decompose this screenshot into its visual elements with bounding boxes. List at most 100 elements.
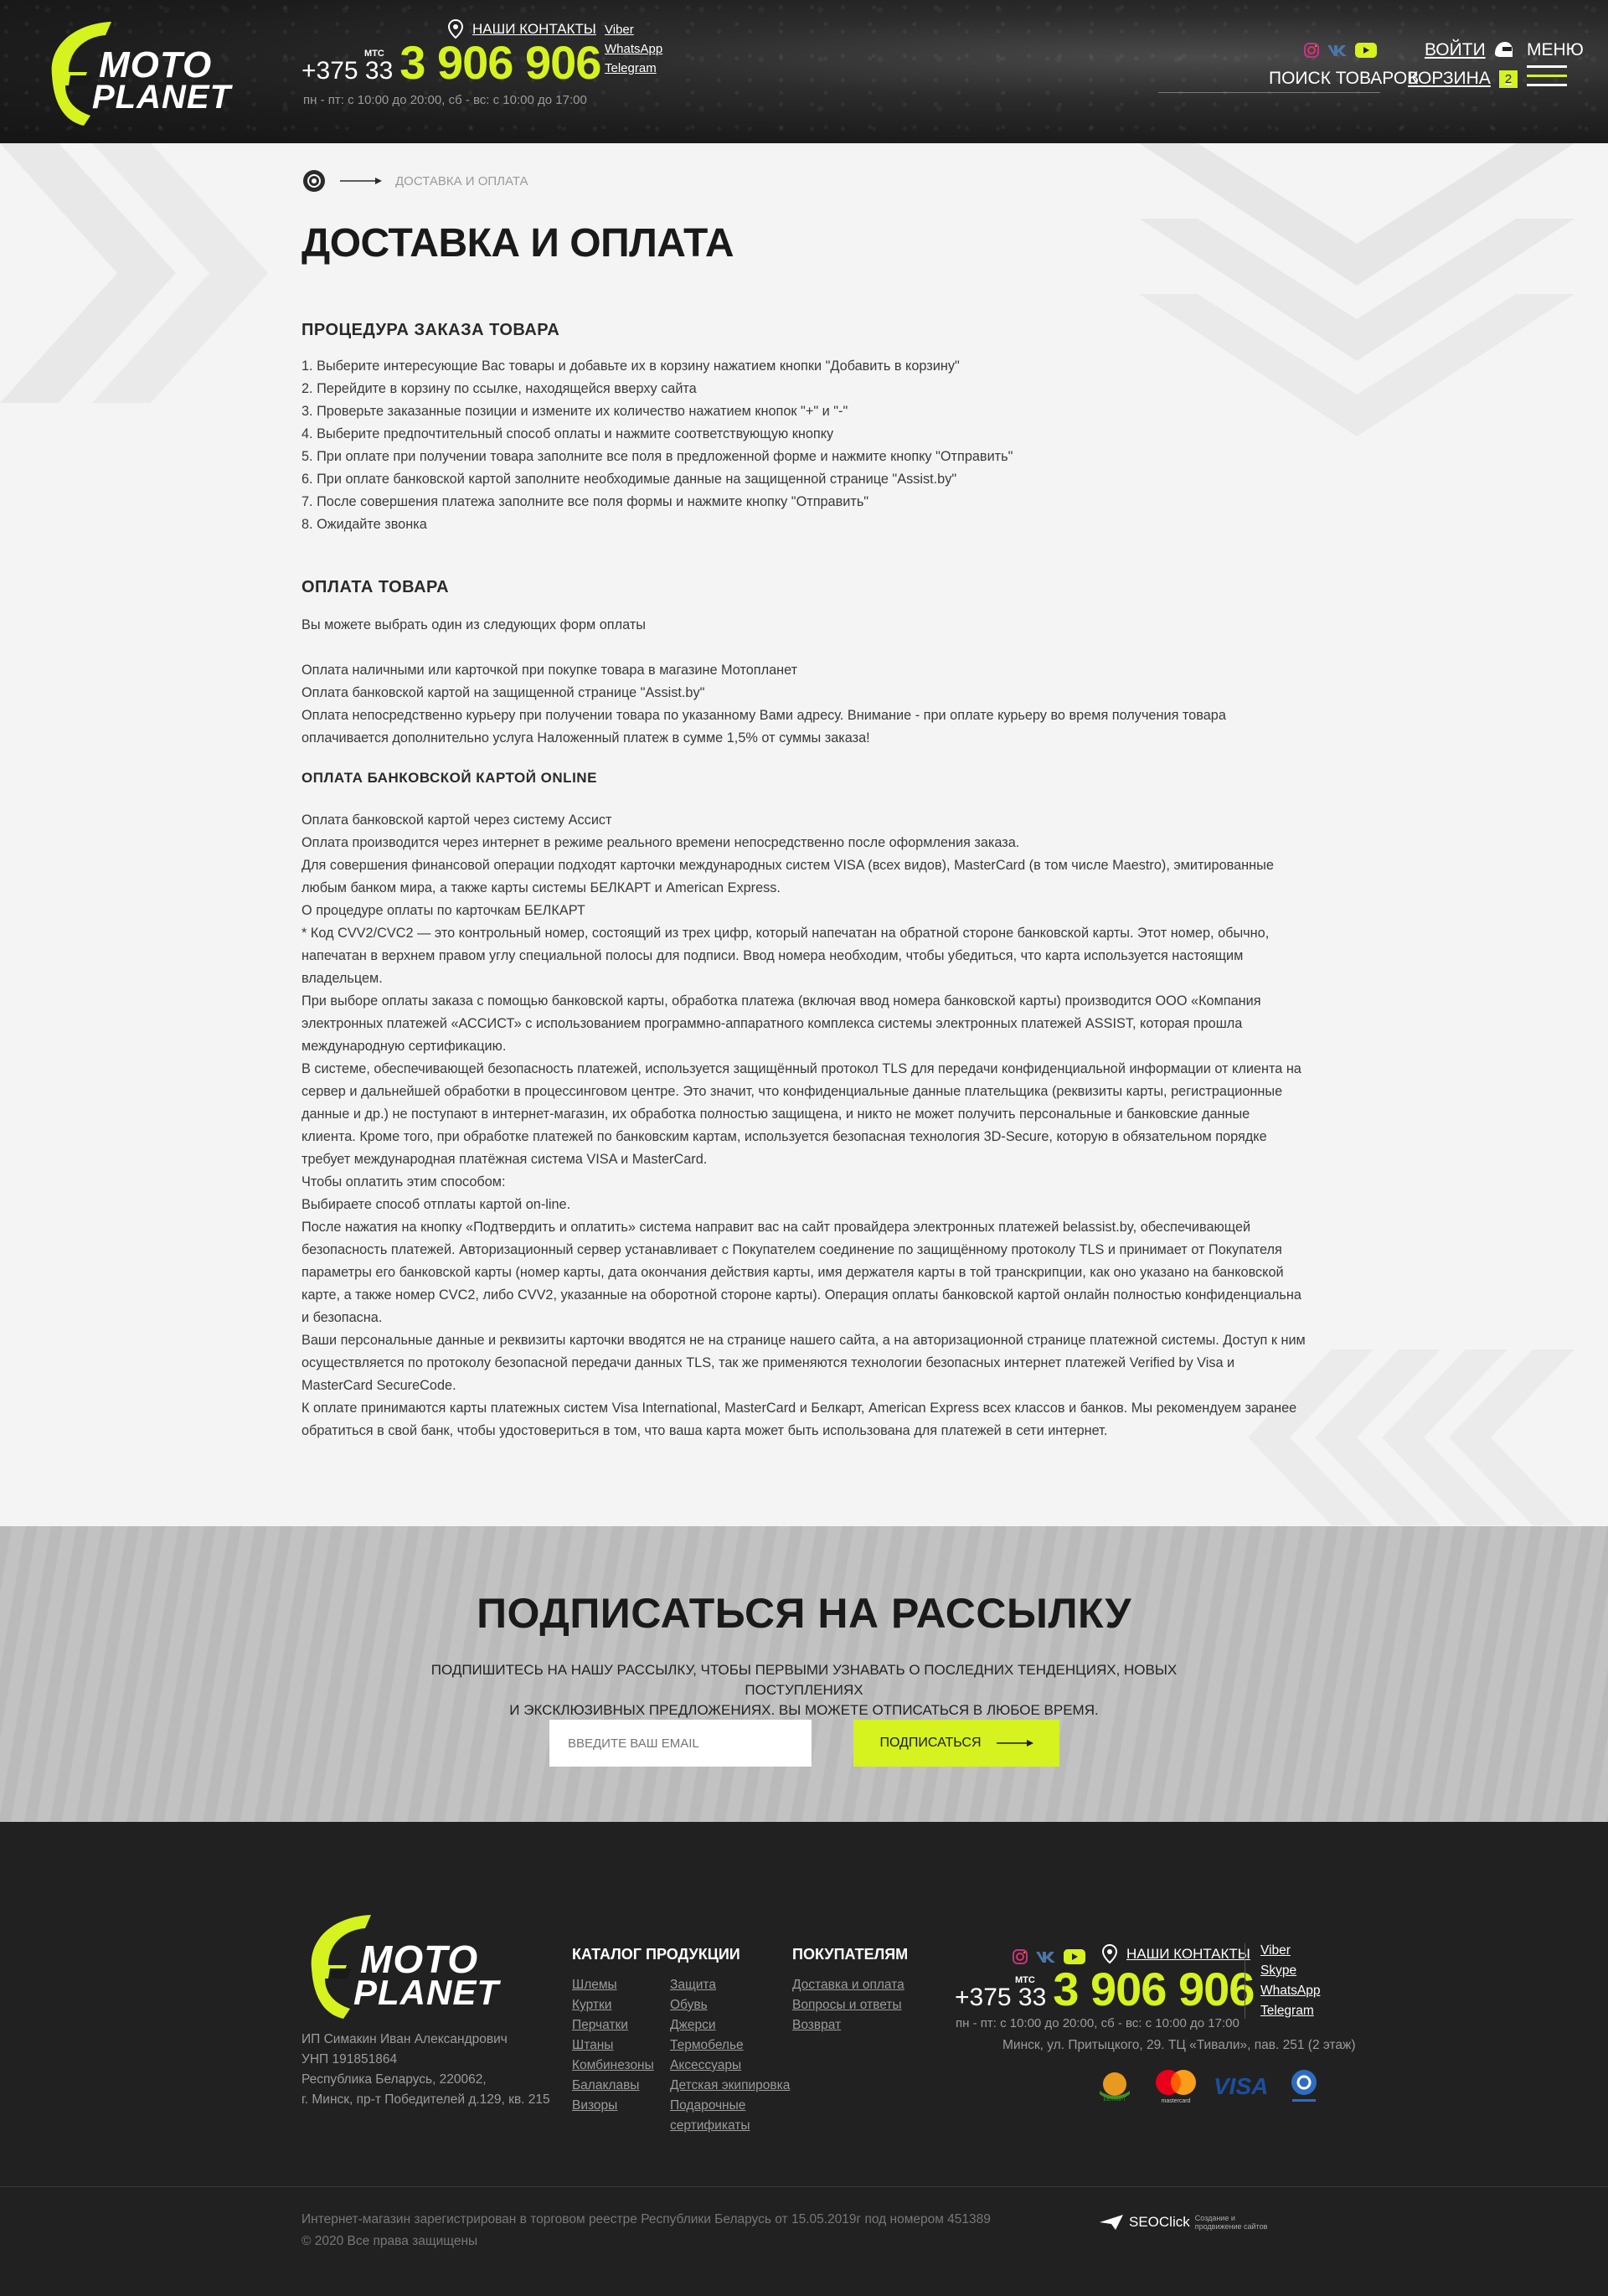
header-phone[interactable]: +375 33 МТС 3 906 906 (302, 39, 601, 85)
developer-tagline-line: Создание и (1194, 2214, 1235, 2222)
catalog-link[interactable]: Штаны (572, 2035, 654, 2056)
legal-line: Республика Беларусь, 220062, (302, 2072, 487, 2087)
site-footer: MOTO PLANET ИП Симакин Иван Александрови… (0, 1822, 1608, 2296)
payment-section-title: ОПЛАТА ТОВАРА (302, 578, 450, 596)
instagram-icon[interactable] (1012, 1948, 1028, 1965)
footer-working-hours: пн - пт: с 10:00 до 20:00, сб - вс: с 10… (956, 2016, 1240, 2030)
order-steps: 1. Выберите интересующие Вас товары и до… (302, 355, 1306, 536)
catalog-link[interactable]: Комбинезоны (572, 2056, 654, 2076)
telegram-link[interactable]: Telegram (605, 61, 662, 75)
order-step: 6. При оплате банковской картой заполнит… (302, 472, 957, 487)
subscribe-button[interactable]: ПОДПИСАТЬСЯ (853, 1720, 1059, 1767)
viber-link[interactable]: Viber (1260, 1943, 1321, 1958)
subscribe-button-label: ПОДПИСАТЬСЯ (879, 1736, 982, 1750)
login-link[interactable]: ВОЙТИ (1425, 40, 1514, 60)
payment-option: Оплата банковской картой на защищенной с… (302, 685, 705, 700)
breadcrumb: ДОСТАВКА И ОПЛАТА (302, 168, 528, 193)
footer-messengers: Viber Skype WhatsApp Telegram (1245, 1943, 1321, 2019)
telegram-link[interactable]: Telegram (1260, 2004, 1321, 2019)
registry-info: Интернет-магазин зарегистрирован в торго… (302, 2209, 991, 2252)
breadcrumb-current: ДОСТАВКА И ОПЛАТА (395, 173, 528, 188)
youtube-icon[interactable] (1355, 43, 1377, 58)
phone-operator: МТС (364, 49, 384, 59)
developer-name: SEOClick (1129, 2214, 1190, 2230)
catalog-link[interactable]: Перчатки (572, 2015, 654, 2035)
catalog-link[interactable]: Аксессуары (670, 2056, 790, 2076)
cart-count-badge: 2 (1498, 70, 1518, 88)
order-section-title: ПРОЦЕДУРА ЗАКАЗА ТОВАРА (302, 321, 560, 339)
visa-logo-icon: VISA (1214, 2073, 1268, 2098)
footer-phone[interactable]: +375 33 МТС 3 906 906 (955, 1965, 1255, 2012)
paper-plane-icon (1100, 2215, 1123, 2230)
online-paragraph: После нажатия на кнопку «Подтвердить и о… (302, 1220, 1301, 1325)
contacts-link-label: НАШИ КОНТАКТЫ (472, 21, 596, 37)
header-messengers: Viber WhatsApp Telegram (605, 23, 662, 75)
skype-link[interactable]: Skype (1260, 1963, 1321, 1979)
footer-divider (0, 2186, 1608, 2187)
online-paragraph: Для совершения финансовой операции подхо… (302, 858, 1274, 895)
footer-logo[interactable]: MOTO PLANET (300, 1910, 509, 2020)
online-paragraph: О процедуре оплаты по карточкам БЕЛКАРТ (302, 903, 585, 918)
home-gear-icon[interactable] (302, 168, 327, 193)
newsletter-title: ПОДПИСАТЬСЯ НА РАССЫЛКУ (477, 1590, 1131, 1637)
search-underline (1158, 92, 1380, 93)
main-content: ДОСТАВКА И ОПЛАТА ДОСТАВКА И ОПЛАТА ПРОЦ… (0, 143, 1608, 1526)
developer-credit[interactable]: SEOClick Создание и продвижение сайтов (1099, 2214, 1267, 2231)
catalog-link[interactable]: Куртки (572, 1995, 654, 2015)
online-section-title: ОПЛАТА БАНКОВСКОЙ КАРТОЙ ONLINE (302, 770, 597, 786)
cart-link[interactable]: КОРЗИНА 2 (1408, 69, 1518, 89)
login-label: ВОЙТИ (1425, 40, 1486, 59)
newsletter-section: ПОДПИСАТЬСЯ НА РАССЫЛКУ ПОДПИШИТЕСЬ НА Н… (0, 1526, 1608, 1822)
viber-link[interactable]: Viber (605, 23, 662, 37)
email-input[interactable] (549, 1720, 812, 1767)
catalog-link[interactable]: Балаклавы (572, 2076, 654, 2096)
catalog-title: КАТАЛОГ ПРОДУКЦИИ (572, 1946, 740, 1963)
whatsapp-link[interactable]: WhatsApp (1260, 1984, 1321, 1999)
whatsapp-link[interactable]: WhatsApp (605, 42, 662, 56)
phone-prefix: +375 33 (955, 1984, 1047, 2012)
contacts-link-label: НАШИ КОНТАКТЫ (1126, 1946, 1250, 1962)
online-paragraph: * Код CVV2/CVC2 — это контрольный номер,… (302, 926, 1270, 986)
online-paragraph: Выбираете способ отплаты картой on-line. (302, 1197, 571, 1212)
search-link[interactable]: ПОИСК ТОВАРОВ (1269, 69, 1419, 89)
mastercard-logo-text: mastercard (1161, 2098, 1190, 2104)
catalog-link[interactable]: Визоры (572, 2096, 654, 2116)
catalog-link[interactable]: сертификаты (670, 2116, 790, 2136)
site-logo[interactable]: MOTO PLANET (40, 17, 241, 127)
article-content: ПРОЦЕДУРА ЗАКАЗА ТОВАРА 1. Выберите инте… (302, 319, 1306, 1442)
vk-icon[interactable] (1035, 1950, 1057, 1963)
catalog-link[interactable]: Подарочные (670, 2096, 790, 2116)
catalog-link[interactable]: Термобелье (670, 2035, 790, 2056)
order-step: 3. Проверьте заказанные позиции и измени… (302, 404, 848, 419)
online-paragraph: Оплата банковской картой через систему А… (302, 813, 612, 828)
online-paragraph: Чтобы оплатить этим способом: (302, 1174, 506, 1189)
catalog-link[interactable]: Защита (670, 1975, 790, 1995)
buyers-link[interactable]: Доставка и оплата (792, 1975, 904, 1995)
menu-label[interactable]: МЕНЮ (1527, 40, 1584, 60)
buyers-title: ПОКУПАТЕЛЯМ (792, 1946, 909, 1963)
logo-text-bottom: PLANET (92, 79, 231, 116)
burger-menu-icon[interactable] (1527, 65, 1567, 93)
instagram-icon[interactable] (1303, 42, 1320, 59)
newsletter-text-line: ПОДПИШИТЕСЬ НА НАШУ РАССЫЛКУ, ЧТОБЫ ПЕРВ… (430, 1662, 1178, 1698)
order-step: 7. После совершения платежа заполните вс… (302, 494, 869, 509)
catalog-link[interactable]: Джерси (670, 2015, 790, 2035)
online-paragraph: В системе, обеспечивающей безопасность п… (302, 1061, 1301, 1167)
buyers-link[interactable]: Возврат (792, 2015, 904, 2035)
catalog-link[interactable]: Обувь (670, 1995, 790, 2015)
payment-logos: БЕЛКАРТ mastercard VISA (1091, 2067, 1321, 2104)
chevron-decoration-left (0, 143, 268, 403)
catalog-link[interactable]: Детская экипировка (670, 2076, 790, 2096)
company-legal-info: ИП Симакин Иван Александрович УНП 191851… (302, 2030, 550, 2110)
payment-option: Оплата наличными или карточкой при покуп… (302, 663, 798, 678)
catalog-link[interactable]: Шлемы (572, 1975, 654, 1995)
order-step: 8. Ожидайте звонка (302, 517, 427, 532)
buyers-link[interactable]: Вопросы и ответы (792, 1995, 904, 2015)
order-step: 5. При оплате при получении товара запол… (302, 449, 1013, 464)
working-hours: пн - пт: с 10:00 до 20:00, сб - вс: с 10… (303, 93, 587, 107)
vk-icon[interactable] (1327, 44, 1348, 57)
copyright-text: © 2020 Все права защищены (302, 2234, 478, 2248)
newsletter-description: ПОДПИШИТЕСЬ НА НАШУ РАССЫЛКУ, ЧТОБЫ ПЕРВ… (385, 1660, 1223, 1721)
legal-line: ИП Симакин Иван Александрович (302, 2032, 508, 2046)
mastercard-logo-icon: mastercard (1156, 2070, 1196, 2104)
